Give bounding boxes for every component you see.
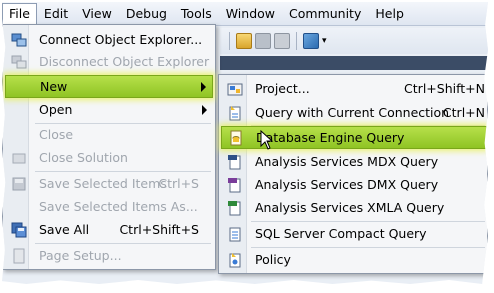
menu-community[interactable]: Community <box>282 3 368 25</box>
menu-item-save-all[interactable]: Save All Ctrl+Shift+S <box>5 219 213 241</box>
menu-item-shortcut: Ctrl+N <box>442 105 485 120</box>
menu-separator <box>251 221 485 222</box>
dmx-query-icon <box>228 178 241 193</box>
mdx-query-icon <box>228 155 241 170</box>
menu-item-label: Disconnect Object Explorer <box>39 54 210 69</box>
menu-edit[interactable]: Edit <box>37 3 75 25</box>
submenu-arrow-icon <box>201 82 206 92</box>
menu-item-label: Close <box>39 127 74 142</box>
submenu-arrow-icon <box>202 105 207 115</box>
menu-window[interactable]: Window <box>219 3 282 25</box>
policy-icon <box>229 253 241 268</box>
menu-bar: File Edit View Debug Tools Window Commun… <box>2 2 488 27</box>
menu-item-shortcut: Ctrl+Shift+N <box>404 81 485 96</box>
menu-item-connect-object-explorer[interactable]: Connect Object Explorer... <box>5 29 213 51</box>
menu-tools[interactable]: Tools <box>174 3 219 25</box>
dropdown-arrow-icon[interactable]: ▾ <box>322 33 330 49</box>
menu-item-label: Analysis Services XMLA Query <box>255 200 445 215</box>
menu-item-open[interactable]: Open <box>5 99 213 121</box>
menu-item-label: Open <box>39 102 73 117</box>
menu-item-close-solution[interactable]: Close Solution <box>5 147 213 169</box>
menu-item-label: Save All <box>39 222 90 237</box>
screenshot-frame: File Edit View Debug Tools Window Commun… <box>2 2 488 284</box>
menu-help[interactable]: Help <box>368 3 411 25</box>
chart-icon[interactable] <box>303 33 319 49</box>
menu-item-page-setup[interactable]: Page Setup... <box>5 245 213 267</box>
menu-separator <box>35 243 211 244</box>
menu-debug[interactable]: Debug <box>119 3 174 25</box>
menu-separator <box>35 171 211 172</box>
connect-icon <box>11 33 27 47</box>
menu-item-label: Page Setup... <box>39 248 122 263</box>
menu-item-label: Analysis Services DMX Query <box>255 177 439 192</box>
menu-item-policy[interactable]: Policy <box>221 249 487 271</box>
menu-separator <box>251 247 485 248</box>
toolbar-separator <box>229 32 230 50</box>
menu-item-analysis-services-mdx-query[interactable]: Analysis Services MDX Query <box>221 151 487 173</box>
menu-item-label: New <box>40 79 68 94</box>
open-folder-icon[interactable] <box>236 33 252 49</box>
menu-item-analysis-services-dmx-query[interactable]: Analysis Services DMX Query <box>221 174 487 196</box>
menu-item-label: Database Engine Query <box>256 130 405 145</box>
save-icon <box>12 177 26 191</box>
menu-view[interactable]: View <box>75 3 119 25</box>
toolbar: ▾ <box>220 28 488 54</box>
mouse-cursor-icon <box>260 130 274 150</box>
file-menu: Connect Object Explorer... Disconnect Ob… <box>2 24 216 270</box>
query-current-icon <box>229 106 241 121</box>
menu-item-label: Save Selected Items As... <box>39 199 198 214</box>
document-tab-strip <box>220 56 488 70</box>
close-solution-icon <box>12 153 26 164</box>
menu-item-label: SQL Server Compact Query <box>255 226 427 241</box>
xmla-query-icon <box>228 201 241 216</box>
save-icon[interactable] <box>255 33 271 49</box>
menu-item-label: Project... <box>255 81 310 96</box>
menu-file[interactable]: File <box>2 2 37 27</box>
compact-query-icon <box>229 227 241 242</box>
menu-item-close[interactable]: Close <box>5 124 213 146</box>
menu-item-label: Save Selected Items <box>39 176 167 191</box>
menu-item-query-with-current-connection[interactable]: Query with Current Connection Ctrl+N <box>221 102 487 124</box>
menu-item-label: Policy <box>255 252 291 267</box>
new-submenu: Project... Ctrl+Shift+N Query with Curre… <box>218 74 488 274</box>
menu-item-save-selected-items[interactable]: Save Selected Items Ctrl+S <box>5 173 213 195</box>
disconnect-icon <box>11 55 27 69</box>
menu-item-new[interactable]: New <box>5 75 213 98</box>
print-icon[interactable] <box>274 33 290 49</box>
database-engine-query-icon <box>230 130 242 146</box>
toolbar-separator <box>296 32 297 50</box>
menu-item-label: Connect Object Explorer... <box>39 32 203 47</box>
menu-item-analysis-services-xmla-query[interactable]: Analysis Services XMLA Query <box>221 197 487 219</box>
menu-item-project[interactable]: Project... Ctrl+Shift+N <box>221 78 487 100</box>
menu-item-label: Query with Current Connection <box>255 105 450 120</box>
menu-item-shortcut: Ctrl+Shift+S <box>119 222 199 237</box>
menu-item-disconnect-object-explorer[interactable]: Disconnect Object Explorer <box>5 51 213 73</box>
menu-item-sql-server-compact-query[interactable]: SQL Server Compact Query <box>221 223 487 245</box>
menu-item-shortcut: Ctrl+S <box>158 176 199 191</box>
menu-item-label: Close Solution <box>39 150 128 165</box>
menu-item-save-selected-items-as[interactable]: Save Selected Items As... <box>5 196 213 218</box>
save-all-icon <box>11 222 27 238</box>
page-setup-icon <box>13 248 25 264</box>
project-icon <box>227 83 243 96</box>
menu-item-label: Analysis Services MDX Query <box>255 154 439 169</box>
